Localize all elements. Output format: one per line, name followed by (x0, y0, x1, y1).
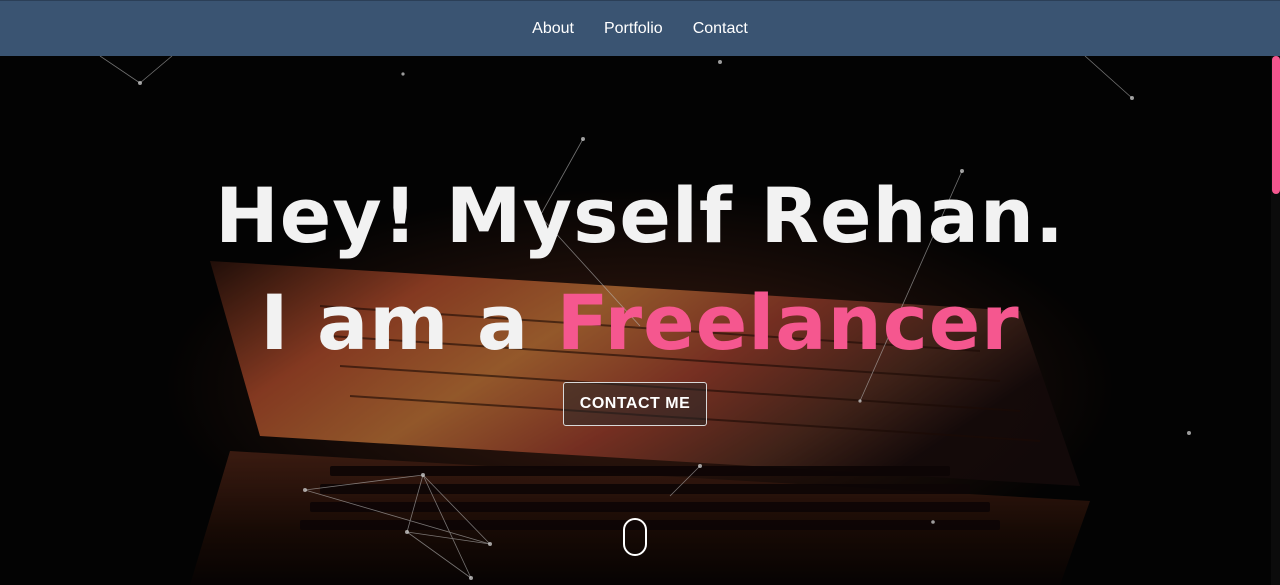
nav-link-about[interactable]: About (532, 20, 574, 38)
page-scrollbar[interactable] (1271, 56, 1280, 585)
hero-heading-accent: Freelancer (556, 278, 1020, 367)
top-navbar: About Portfolio Contact (0, 0, 1280, 56)
nav-link-portfolio[interactable]: Portfolio (604, 20, 663, 38)
contact-me-button[interactable]: CONTACT ME (563, 382, 707, 426)
scrollbar-thumb[interactable] (1272, 56, 1280, 194)
nav-link-contact[interactable]: Contact (693, 20, 748, 38)
hero-heading-line2: I am a Freelancer (0, 278, 1280, 367)
hero-heading-line1: Hey! Myself Rehan. (215, 171, 1065, 260)
hero-heading-prefix: I am a (260, 278, 557, 367)
hero-section: Hey! Myself Rehan. I am a Freelancer CON… (0, 56, 1280, 585)
scroll-down-icon[interactable] (623, 518, 647, 556)
